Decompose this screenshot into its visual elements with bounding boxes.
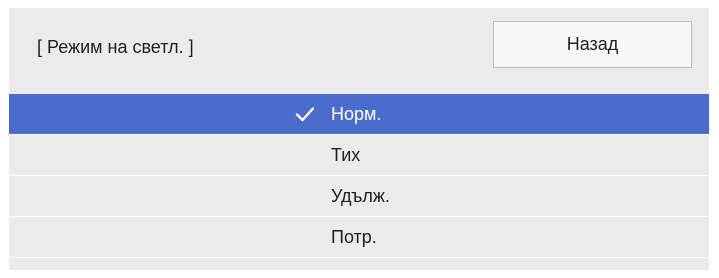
checkmark-icon	[295, 107, 315, 122]
option-row-custom[interactable]: Потр.	[9, 217, 709, 258]
option-row-quiet[interactable]: Тих	[9, 135, 709, 176]
option-label: Потр.	[331, 227, 377, 247]
option-label: Норм.	[331, 104, 382, 124]
option-row-normal[interactable]: Норм.	[9, 94, 709, 135]
mode-options-list: Норм. Тих Удълж. Потр.	[9, 94, 709, 258]
light-mode-dialog: [ Режим на светл. ] Назад Норм. Тих Удъл…	[9, 8, 709, 270]
dialog-header: [ Режим на светл. ] Назад	[9, 8, 709, 94]
back-button[interactable]: Назад	[493, 21, 692, 68]
option-row-extended[interactable]: Удълж.	[9, 176, 709, 217]
option-label: Тих	[331, 145, 361, 165]
option-label: Удълж.	[331, 186, 390, 206]
dialog-title: [ Режим на светл. ]	[37, 37, 194, 57]
